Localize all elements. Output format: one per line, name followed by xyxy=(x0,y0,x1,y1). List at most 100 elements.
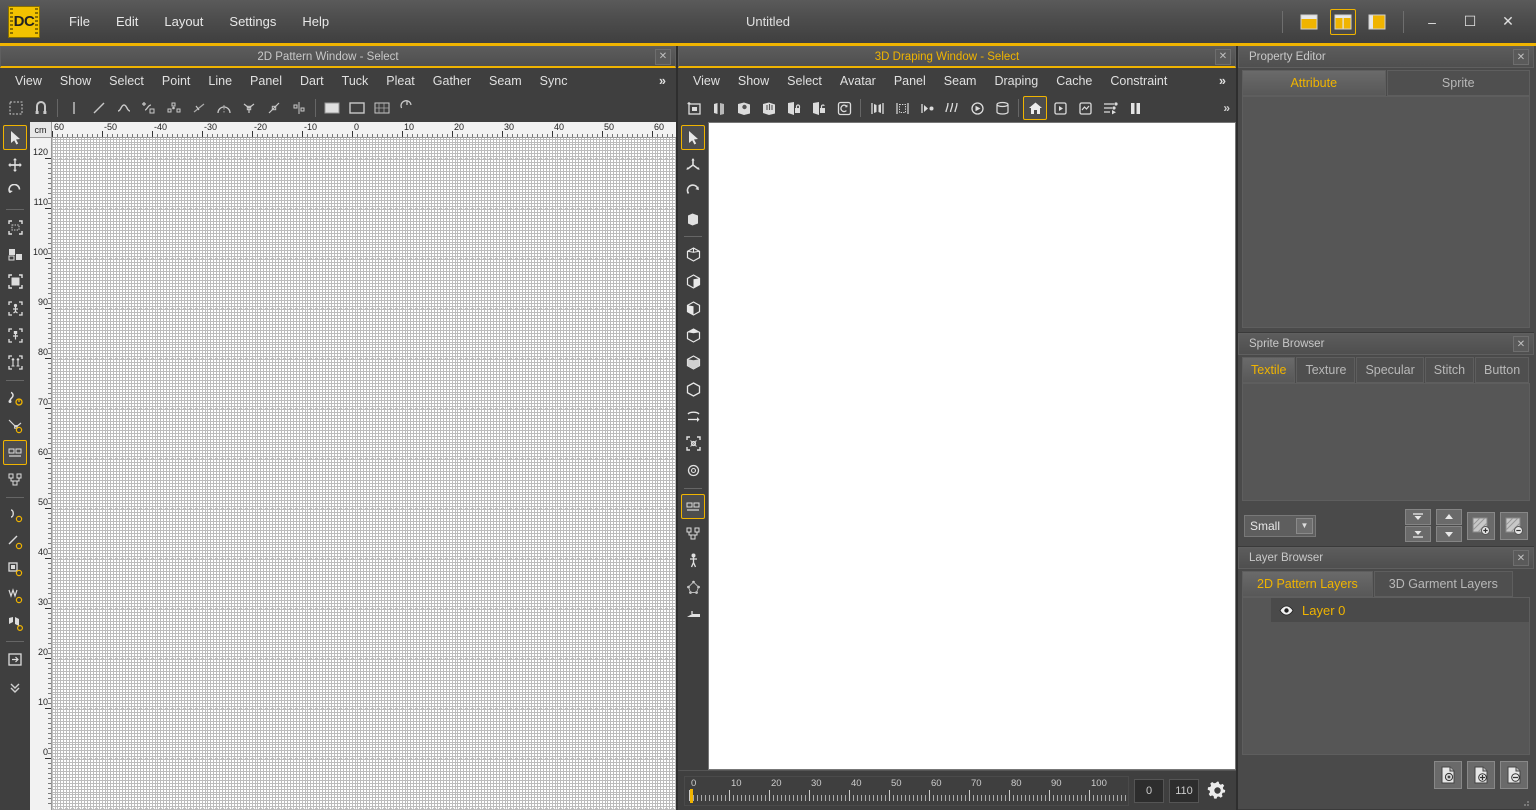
horizontal-ruler[interactable]: cm 60 -50 -40 -30 -20 -10 0 10 20 30 40 50 60 xyxy=(30,122,676,138)
vertical-line-icon[interactable] xyxy=(62,96,86,120)
particle-icon[interactable] xyxy=(681,575,705,600)
panel-fill-icon[interactable] xyxy=(320,96,344,120)
area-measure-icon[interactable] xyxy=(3,557,27,582)
draping-3d-viewport[interactable] xyxy=(708,122,1236,770)
simulate-icon[interactable] xyxy=(965,96,989,120)
select-inner-icon[interactable] xyxy=(3,296,27,321)
p3d-menu-cache[interactable]: Cache xyxy=(1047,70,1101,92)
angle-icon[interactable] xyxy=(237,96,261,120)
line-tool-icon[interactable] xyxy=(87,96,111,120)
rotate-3d-icon[interactable] xyxy=(681,179,705,204)
mesh-seam-icon[interactable] xyxy=(890,96,914,120)
select-pair-icon[interactable] xyxy=(3,350,27,375)
tangent-line-icon[interactable] xyxy=(187,96,211,120)
resize-grip-icon[interactable] xyxy=(1520,797,1530,807)
play-frame-icon[interactable] xyxy=(1048,96,1072,120)
menu-settings[interactable]: Settings xyxy=(216,8,289,35)
sprite-browser-content[interactable] xyxy=(1242,383,1530,501)
p3d-tool-overflow[interactable]: » xyxy=(1223,101,1236,115)
gear-icon[interactable] xyxy=(1204,778,1230,804)
select-panel-icon[interactable] xyxy=(3,242,27,267)
menu-layout[interactable]: Layout xyxy=(151,8,216,35)
timeline-start-field[interactable]: 0 xyxy=(1134,778,1164,803)
symmetry-icon[interactable] xyxy=(287,96,311,120)
tab-button[interactable]: Button xyxy=(1475,357,1530,383)
p3d-menu-view[interactable]: View xyxy=(684,70,729,92)
p2d-menu-point[interactable]: Point xyxy=(153,70,200,92)
grid-toggle-icon[interactable] xyxy=(681,494,705,519)
home-view-icon[interactable] xyxy=(1023,96,1047,120)
open-seam-icon[interactable] xyxy=(865,96,889,120)
sprite-size-select[interactable]: Small ▼ xyxy=(1244,514,1316,537)
timeline-end-field[interactable]: 110 xyxy=(1169,778,1199,803)
layer-list[interactable]: Layer 0 xyxy=(1242,597,1530,755)
panel-grid-icon[interactable] xyxy=(370,96,394,120)
pattern-2d-close-icon[interactable]: ✕ xyxy=(655,48,671,65)
p2d-menu-tuck[interactable]: Tuck xyxy=(333,70,378,92)
view-left-icon[interactable] xyxy=(681,296,705,321)
property-editor-close-icon[interactable]: ✕ xyxy=(1513,49,1529,65)
slope-icon[interactable] xyxy=(262,96,286,120)
drape-icon[interactable] xyxy=(940,96,964,120)
select-dart-icon[interactable] xyxy=(3,323,27,348)
p2d-menu-dart[interactable]: Dart xyxy=(291,70,333,92)
length-measure-icon[interactable] xyxy=(3,467,27,492)
view-right-icon[interactable] xyxy=(681,323,705,348)
chevron-down-icon[interactable]: ▼ xyxy=(1296,517,1313,534)
layout-split-icon[interactable] xyxy=(1330,8,1356,35)
select-box-icon[interactable] xyxy=(3,269,27,294)
p2d-menu-show[interactable]: Show xyxy=(51,70,100,92)
p2d-menu-seam[interactable]: Seam xyxy=(480,70,531,92)
rotate-panel-icon[interactable] xyxy=(395,96,419,120)
layout-single-icon[interactable] xyxy=(1296,9,1322,35)
add-panel-icon[interactable] xyxy=(682,96,706,120)
lock-panel-icon[interactable] xyxy=(782,96,806,120)
move-icon[interactable] xyxy=(3,152,27,177)
tab-2d-pattern-layers[interactable]: 2D Pattern Layers xyxy=(1242,571,1373,597)
p2d-menu-select[interactable]: Select xyxy=(100,70,153,92)
timeline-settings-icon[interactable] xyxy=(1098,96,1122,120)
pause-icon[interactable] xyxy=(1123,96,1147,120)
view-perspective-icon[interactable] xyxy=(681,404,705,429)
p2d-menu-sync[interactable]: Sync xyxy=(531,70,577,92)
p2d-menu-gather[interactable]: Gather xyxy=(424,70,480,92)
menu-help[interactable]: Help xyxy=(289,8,342,35)
tab-3d-garment-layers[interactable]: 3D Garment Layers xyxy=(1373,571,1513,597)
tab-stitch[interactable]: Stitch xyxy=(1424,357,1475,383)
view-front-icon[interactable] xyxy=(681,242,705,267)
layer-settings-icon[interactable] xyxy=(1434,761,1462,789)
zoom-selection-icon[interactable] xyxy=(681,458,705,483)
list-item[interactable]: Layer 0 xyxy=(1271,598,1529,622)
pin-seam-icon[interactable] xyxy=(915,96,939,120)
minimize-button[interactable]: – xyxy=(1414,7,1450,37)
draping-3d-close-icon[interactable]: ✕ xyxy=(1215,48,1231,65)
p3d-menu-overflow[interactable]: » xyxy=(1210,70,1236,92)
select-arrow-icon[interactable] xyxy=(3,125,27,150)
tab-specular[interactable]: Specular xyxy=(1356,357,1424,383)
scale-3d-icon[interactable] xyxy=(681,206,705,231)
p3d-menu-select[interactable]: Select xyxy=(778,70,831,92)
sprite-browser-close-icon[interactable]: ✕ xyxy=(1513,336,1529,352)
select-region-icon[interactable] xyxy=(3,215,27,240)
tab-textile[interactable]: Textile xyxy=(1242,357,1296,383)
mirror-panel-icon[interactable] xyxy=(707,96,731,120)
snap-toggle-icon[interactable] xyxy=(4,96,28,120)
eye-icon[interactable] xyxy=(1279,605,1294,616)
export-pattern-icon[interactable] xyxy=(3,647,27,672)
panel-outline-icon[interactable] xyxy=(345,96,369,120)
first-button[interactable] xyxy=(1405,509,1431,525)
view-top-icon[interactable] xyxy=(681,350,705,375)
up-button[interactable] xyxy=(1436,509,1462,525)
last-button[interactable] xyxy=(1405,526,1431,542)
floor-icon[interactable] xyxy=(681,602,705,627)
p2d-menu-view[interactable]: View xyxy=(6,70,51,92)
menu-edit[interactable]: Edit xyxy=(103,8,151,35)
maximize-button[interactable]: ☐ xyxy=(1452,7,1488,37)
avatar-toggle-icon[interactable] xyxy=(681,548,705,573)
pattern-2d-canvas[interactable] xyxy=(52,138,676,810)
menu-file[interactable]: File xyxy=(56,8,103,35)
mesh-toggle-icon[interactable] xyxy=(681,521,705,546)
measure-angle-icon[interactable] xyxy=(3,413,27,438)
add-point-icon[interactable] xyxy=(137,96,161,120)
select-arrow-icon[interactable] xyxy=(681,125,705,150)
